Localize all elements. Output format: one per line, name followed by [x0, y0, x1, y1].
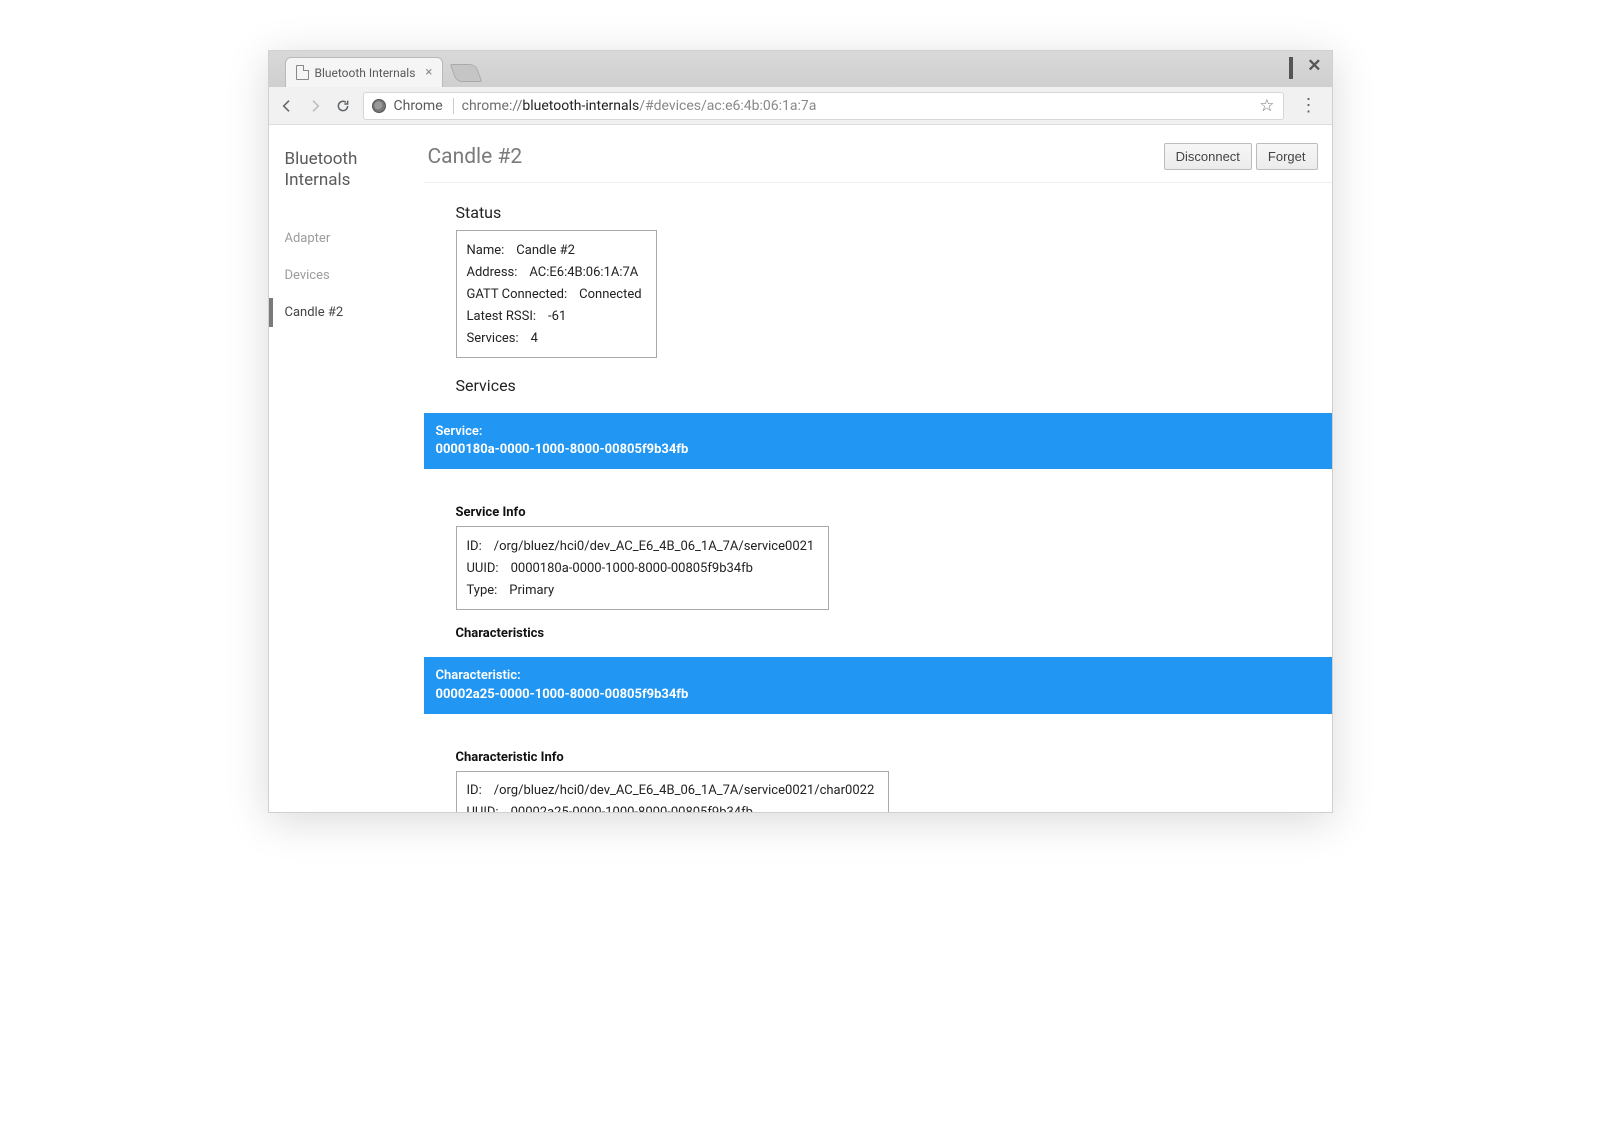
service-type-label: Type:	[467, 583, 498, 598]
browser-menu-icon[interactable]: ⋮	[1296, 95, 1322, 116]
services-heading: Services	[456, 376, 1318, 395]
forget-button[interactable]: Forget	[1256, 143, 1318, 170]
page-header: Candle #2 Disconnect Forget	[424, 143, 1332, 183]
service-id-value: /org/bluez/hci0/dev_AC_E6_4B_06_1A_7A/se…	[494, 539, 815, 554]
forward-button[interactable]	[307, 98, 323, 114]
characteristic-band-uuid: 00002a25-0000-1000-8000-00805f9b34fb	[436, 686, 1320, 704]
status-gatt-label: GATT Connected:	[467, 287, 568, 302]
service-band[interactable]: Service: 0000180a-0000-1000-8000-00805f9…	[424, 413, 1332, 469]
tab-title: Bluetooth Internals	[315, 66, 416, 80]
close-tab-icon[interactable]: ×	[425, 65, 432, 80]
bookmark-star-icon[interactable]: ☆	[1259, 96, 1274, 116]
address-bar[interactable]: Chrome chrome://bluetooth-internals/#dev…	[363, 92, 1284, 120]
status-rssi-label: Latest RSSI:	[467, 309, 537, 324]
service-type-value: Primary	[509, 583, 554, 598]
disconnect-button[interactable]: Disconnect	[1164, 143, 1252, 170]
characteristics-heading: Characteristics	[456, 626, 1318, 641]
status-name-value: Candle #2	[516, 243, 575, 258]
status-gatt-value: Connected	[579, 287, 641, 302]
sidebar-item-adapter[interactable]: Adapter	[285, 220, 424, 257]
browser-window: Bluetooth Internals × ✕ Chrome chrome://…	[268, 50, 1333, 813]
status-services-value: 4	[531, 331, 538, 346]
char-id-value: /org/bluez/hci0/dev_AC_E6_4B_06_1A_7A/se…	[494, 783, 875, 798]
status-rssi-value: -61	[548, 309, 566, 324]
back-button[interactable]	[279, 98, 295, 114]
maximize-icon[interactable]	[1289, 59, 1293, 77]
browser-tab[interactable]: Bluetooth Internals ×	[285, 57, 444, 87]
characteristic-band-label: Characteristic:	[436, 667, 1320, 685]
sidebar-item-candle2[interactable]: Candle #2	[285, 294, 424, 331]
status-address-value: AC:E6:4B:06:1A:7A	[529, 265, 638, 280]
toolbar: Chrome chrome://bluetooth-internals/#dev…	[269, 87, 1332, 125]
service-uuid-label: UUID:	[467, 561, 499, 576]
status-box: Name: Candle #2 Address: AC:E6:4B:06:1A:7A…	[456, 230, 657, 358]
page-title: Candle #2	[428, 145, 523, 169]
main-panel: Candle #2 Disconnect Forget Status Name:…	[424, 125, 1332, 812]
service-band-uuid: 0000180a-0000-1000-8000-00805f9b34fb	[436, 441, 1320, 459]
close-window-icon[interactable]: ✕	[1307, 59, 1321, 77]
sidebar-item-devices[interactable]: Devices	[285, 257, 424, 294]
char-uuid-label: UUID:	[467, 805, 499, 812]
characteristic-info-box: ID: /org/bluez/hci0/dev_AC_E6_4B_06_1A_7A…	[456, 771, 890, 812]
characteristic-band[interactable]: Characteristic: 00002a25-0000-1000-8000-…	[424, 657, 1332, 713]
status-services-label: Services:	[467, 331, 519, 346]
reload-button[interactable]	[335, 98, 351, 114]
service-id-label: ID:	[467, 539, 482, 554]
characteristic-info-heading: Characteristic Info	[456, 750, 1318, 765]
page-content: Bluetooth Internals Adapter Devices Cand…	[269, 125, 1332, 812]
status-name-label: Name:	[467, 243, 505, 258]
service-uuid-value: 0000180a-0000-1000-8000-00805f9b34fb	[511, 561, 753, 576]
url-scheme-label: Chrome	[394, 98, 443, 114]
url-separator	[453, 98, 454, 114]
service-band-label: Service:	[436, 423, 1320, 441]
service-info-heading: Service Info	[456, 505, 1318, 520]
status-address-label: Address:	[467, 265, 518, 280]
char-id-label: ID:	[467, 783, 482, 798]
char-uuid-value: 00002a25-0000-1000-8000-00805f9b34fb	[511, 805, 753, 812]
window-controls: ✕	[1275, 59, 1321, 77]
status-heading: Status	[456, 203, 1318, 222]
sidebar: Bluetooth Internals Adapter Devices Cand…	[269, 125, 424, 812]
url-text: chrome://bluetooth-internals/#devices/ac…	[462, 98, 817, 114]
site-info-icon[interactable]	[372, 99, 386, 113]
app-title: Bluetooth Internals	[285, 149, 424, 192]
titlebar: Bluetooth Internals × ✕	[269, 51, 1332, 87]
new-tab-button[interactable]	[450, 64, 483, 82]
service-info-box: ID: /org/bluez/hci0/dev_AC_E6_4B_06_1A_7A…	[456, 526, 830, 610]
page-icon	[296, 65, 309, 80]
